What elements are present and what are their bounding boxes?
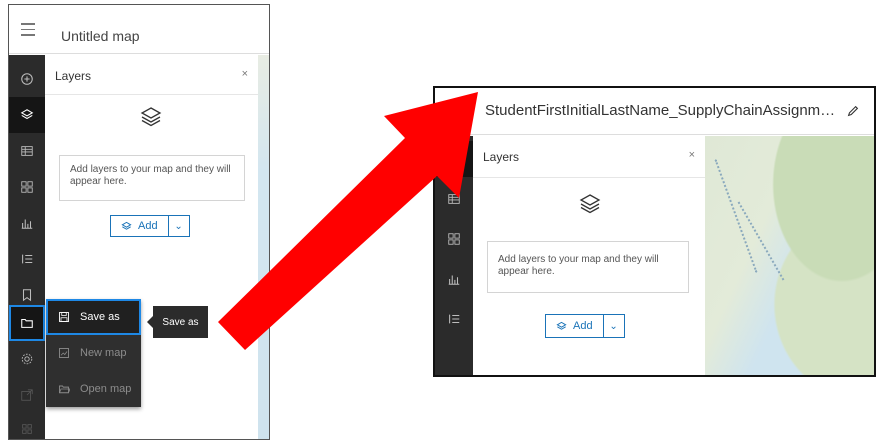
arrow-shape bbox=[218, 92, 478, 350]
red-arrow-annotation bbox=[218, 92, 478, 350]
